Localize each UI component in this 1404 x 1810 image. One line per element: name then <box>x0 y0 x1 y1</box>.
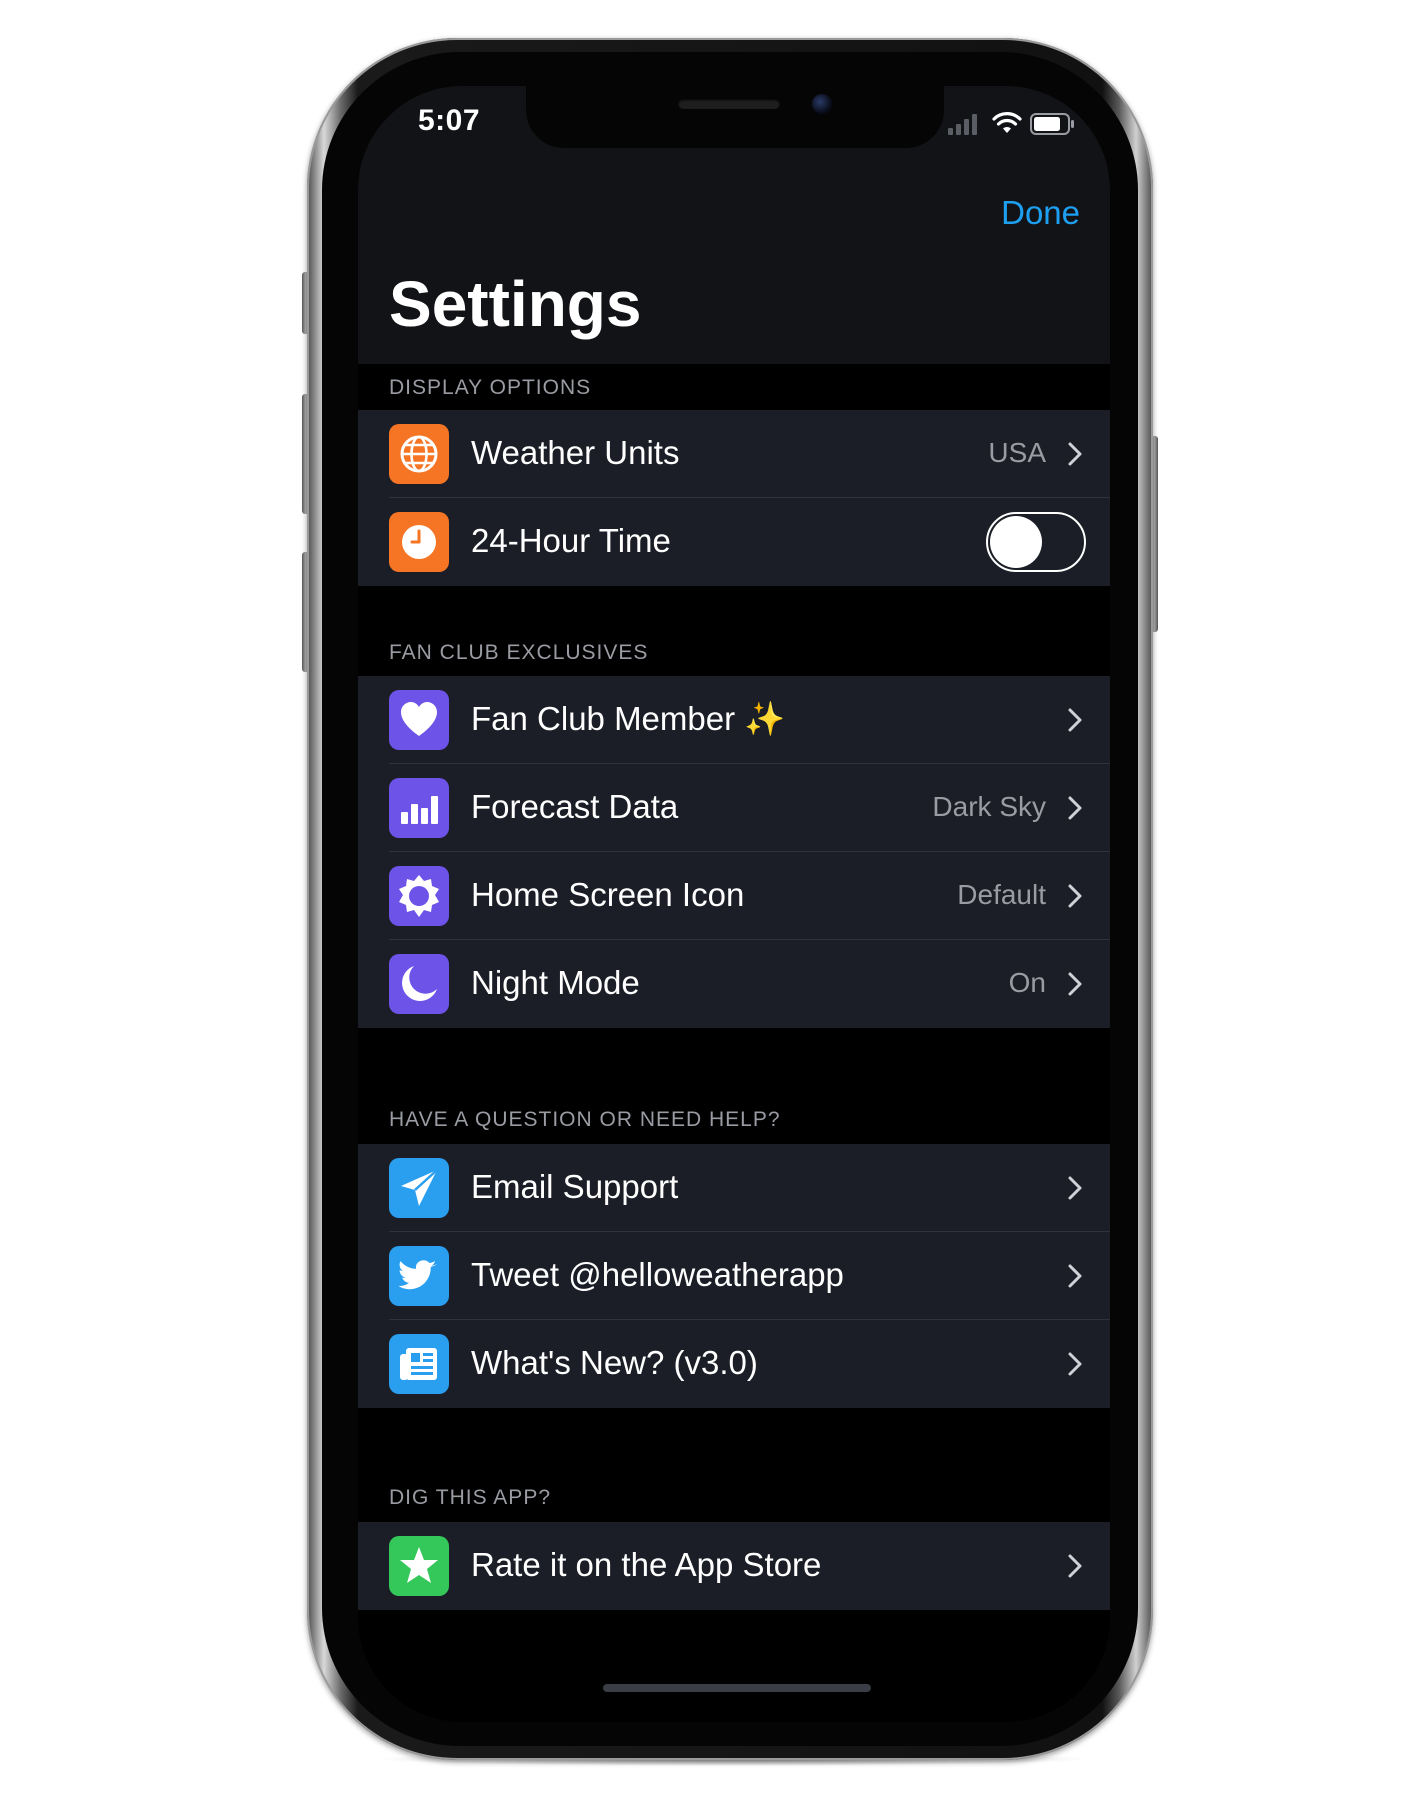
row-label: Forecast Data <box>471 788 679 825</box>
heart-icon <box>389 690 449 750</box>
chevron-right-icon <box>1068 1554 1082 1578</box>
wifi-icon <box>992 112 1022 133</box>
section-header-display-options: DISPLAY OPTIONS <box>389 376 592 399</box>
section-header-dig-this-app: DIG THIS APP? <box>389 1486 551 1509</box>
phone-screen: 5:07 Done Settings DISPLAY OPTIONS Weath… <box>358 86 1110 1722</box>
twitter-bird-icon <box>389 1246 449 1306</box>
night-mode-row[interactable]: Night Mode On <box>358 940 1110 1028</box>
row-label: Night Mode <box>471 964 640 1001</box>
email-support-row[interactable]: Email Support <box>358 1144 1110 1232</box>
group-dig-this-app: Rate it on the App Store <box>358 1522 1110 1610</box>
row-label: Home Screen Icon <box>471 876 745 913</box>
chevron-right-icon <box>1068 1264 1082 1288</box>
row-label: Tweet @helloweatherapp <box>471 1256 844 1293</box>
weather-units-row[interactable]: Weather Units USA <box>358 410 1110 498</box>
rate-app-row[interactable]: Rate it on the App Store <box>358 1522 1110 1610</box>
moon-icon <box>389 954 449 1014</box>
chevron-right-icon <box>1068 442 1082 466</box>
done-button[interactable]: Done <box>1001 194 1080 232</box>
earpiece-speaker <box>678 99 780 109</box>
page-title: Settings <box>389 268 642 340</box>
home-indicator[interactable] <box>603 1684 871 1692</box>
chevron-right-icon <box>1068 1176 1082 1200</box>
notch <box>526 86 944 148</box>
newspaper-icon <box>389 1334 449 1394</box>
chevron-right-icon <box>1068 972 1082 996</box>
sun-icon <box>389 866 449 926</box>
row-value: USA <box>988 437 1046 468</box>
battery-icon <box>1030 113 1074 135</box>
chevron-right-icon <box>1068 708 1082 732</box>
globe-icon <box>389 424 449 484</box>
chevron-right-icon <box>1068 1352 1082 1376</box>
row-value: Dark Sky <box>932 791 1046 822</box>
chevron-right-icon <box>1068 884 1082 908</box>
section-header-fan-club: FAN CLUB EXCLUSIVES <box>389 641 649 664</box>
bar-chart-icon <box>389 778 449 838</box>
star-icon <box>389 1536 449 1596</box>
fan-club-member-row[interactable]: Fan Club Member ✨ <box>358 676 1110 764</box>
group-display-options: Weather Units USA 24-Hour Time <box>358 410 1110 586</box>
toggle-knob <box>990 516 1042 568</box>
status-time: 5:07 <box>418 104 481 137</box>
row-label: Fan Club Member ✨ <box>471 700 786 737</box>
row-label: What's New? (v3.0) <box>471 1344 758 1381</box>
row-label: 24-Hour Time <box>471 522 671 559</box>
tweet-row[interactable]: Tweet @helloweatherapp <box>358 1232 1110 1320</box>
chevron-right-icon <box>1068 796 1082 820</box>
row-value: On <box>1008 967 1046 998</box>
front-camera <box>812 94 832 114</box>
forecast-data-row[interactable]: Forecast Data Dark Sky <box>358 764 1110 852</box>
cellular-signal-icon <box>948 114 977 135</box>
row-label: Weather Units <box>471 434 680 471</box>
whats-new-row[interactable]: What's New? (v3.0) <box>358 1320 1110 1408</box>
home-screen-icon-row[interactable]: Home Screen Icon Default <box>358 852 1110 940</box>
24-hour-time-row: 24-Hour Time <box>358 498 1110 586</box>
group-fan-club: Fan Club Member ✨ Forecast Data Dark Sky <box>358 676 1110 1028</box>
group-help: Email Support Tweet @helloweatherapp Wha… <box>358 1144 1110 1408</box>
row-value: Default <box>957 879 1046 910</box>
row-label: Rate it on the App Store <box>471 1546 822 1583</box>
row-label: Email Support <box>471 1168 679 1205</box>
section-header-help: HAVE A QUESTION OR NEED HELP? <box>389 1108 781 1131</box>
paper-plane-icon <box>389 1158 449 1218</box>
24-hour-time-toggle[interactable] <box>986 512 1086 572</box>
clock-icon <box>389 512 449 572</box>
